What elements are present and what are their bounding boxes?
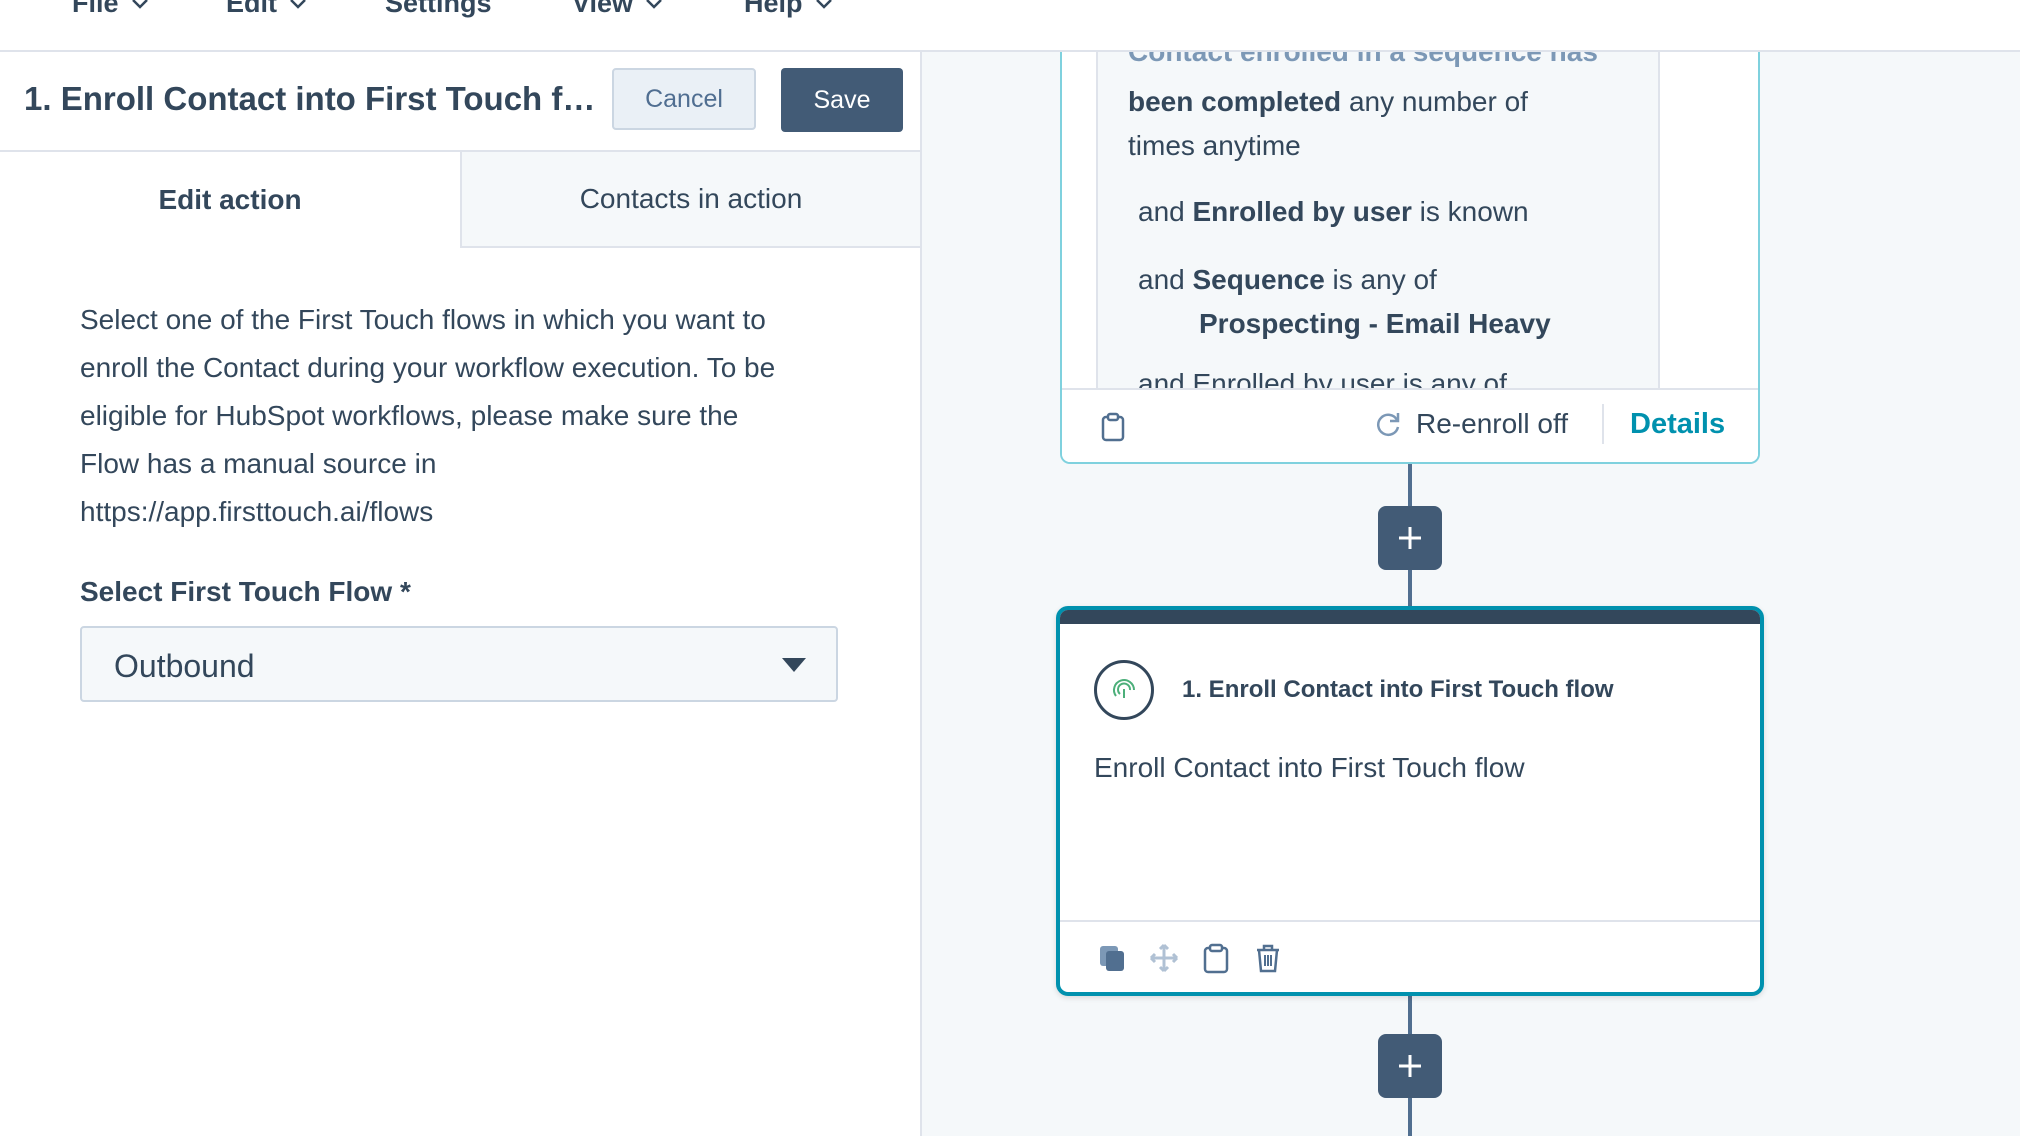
tab-edit-action[interactable]: Edit action: [0, 152, 460, 248]
caret-down-icon: [782, 658, 806, 672]
criteria-line: and Enrolled by user is known: [1138, 190, 1529, 234]
description-line: Select one of the First Touch flows in w…: [80, 304, 766, 335]
add-action-button[interactable]: [1378, 1034, 1442, 1098]
chevron-down-icon: [646, 0, 662, 9]
description-line: Flow has a manual source in: [80, 448, 437, 479]
tab-edit-action-label: Edit action: [158, 184, 302, 215]
refresh-icon: [1377, 413, 1400, 437]
criteria-text: any number of: [1341, 86, 1528, 117]
add-action-button[interactable]: [1378, 506, 1442, 570]
menu-bar: File Edit Settings View Help: [0, 0, 2020, 52]
enrollment-trigger-card[interactable]: Contact enrolled in a sequence has been …: [1060, 40, 1760, 464]
menu-view[interactable]: View: [572, 0, 663, 19]
menu-file[interactable]: File: [72, 0, 149, 19]
menu-help-label: Help: [744, 0, 803, 18]
select-flow-label: Select First Touch Flow *: [80, 576, 411, 607]
action-card-title: 1. Enroll Contact into First Touch flow: [1182, 676, 1614, 703]
reenroll-label: Re-enroll off: [1416, 408, 1569, 439]
description-line: https://app.firsttouch.ai/flows: [80, 496, 434, 527]
criteria-bold: been completed: [1128, 86, 1342, 117]
clipboard-icon[interactable]: [1100, 412, 1126, 442]
criteria-and: and: [1138, 264, 1193, 295]
criteria-line: times anytime: [1128, 130, 1301, 161]
criteria-partial-line: and Enrolled by user is any of: [1138, 368, 1507, 388]
plus-icon: [1399, 1055, 1421, 1077]
chevron-down-icon: [815, 0, 832, 9]
criteria-line: and Sequence is any of: [1138, 258, 1437, 302]
fingerprint-icon: [1113, 679, 1135, 698]
action-edit-panel: 1. Enroll Contact into First Touch flow …: [0, 52, 922, 1136]
action-card-enroll-first-touch[interactable]: 1. Enroll Contact into First Touch flow …: [1056, 606, 1764, 996]
footer-divider: [1602, 404, 1604, 444]
connector-line: [1408, 996, 1412, 1034]
plus-icon: [1399, 527, 1421, 549]
trigger-criteria: Contact enrolled in a sequence has been …: [1096, 40, 1660, 388]
action-description: Select one of the First Touch flows in w…: [80, 296, 840, 536]
criteria-bold: Enrolled by user: [1192, 196, 1412, 227]
trigger-card-footer: Re-enroll off Details: [1062, 388, 1758, 462]
move-icon[interactable]: [1148, 942, 1180, 974]
cancel-button[interactable]: Cancel: [612, 68, 756, 130]
panel-title: 1. Enroll Contact into First Touch flow: [24, 80, 599, 117]
connector-line: [1408, 570, 1412, 606]
action-card-topbar: [1060, 610, 1760, 624]
select-flow-value: Outbound: [114, 648, 255, 684]
action-card-footer: [1060, 920, 1760, 992]
description-line: eligible for HubSpot workflows, please m…: [80, 400, 739, 431]
menu-settings[interactable]: Settings: [385, 0, 492, 19]
connector-line: [1408, 1098, 1412, 1136]
copy-icon[interactable]: [1096, 942, 1128, 974]
details-link[interactable]: Details: [1630, 408, 1725, 441]
criteria-text: is any of: [1324, 264, 1437, 295]
menu-help[interactable]: Help: [744, 0, 833, 19]
chevron-down-icon: [290, 0, 306, 9]
clipboard-icon[interactable]: [1200, 942, 1232, 974]
first-touch-app-icon: [1094, 660, 1154, 720]
tab-contacts-in-action-label: Contacts in action: [579, 183, 803, 214]
criteria-value: Prospecting - Email Heavy: [1199, 308, 1551, 339]
menu-edit-label: Edit: [226, 0, 277, 18]
panel-tabs: Edit action Contacts in action: [0, 152, 920, 248]
reenroll-status: Re-enroll off: [1374, 408, 1568, 440]
save-button[interactable]: Save: [781, 68, 903, 132]
criteria-line: been completed any number of: [1128, 80, 1528, 124]
description-line: enroll the Contact during your workflow …: [80, 352, 776, 383]
panel-header: 1. Enroll Contact into First Touch flow …: [0, 52, 920, 152]
menu-settings-label: Settings: [385, 0, 492, 18]
menu-file-label: File: [72, 0, 119, 18]
criteria-and: and: [1138, 196, 1193, 227]
menu-view-label: View: [572, 0, 634, 18]
action-card-description: Enroll Contact into First Touch flow: [1094, 752, 1525, 783]
criteria-text: is known: [1411, 196, 1529, 227]
chevron-down-icon: [131, 0, 148, 9]
trash-icon[interactable]: [1252, 942, 1284, 974]
criteria-bold: Sequence: [1192, 264, 1325, 295]
select-flow-dropdown[interactable]: Outbound: [80, 626, 838, 702]
menu-edit[interactable]: Edit: [226, 0, 307, 19]
connector-line: [1408, 464, 1412, 506]
tab-contacts-in-action[interactable]: Contacts in action: [460, 152, 920, 248]
